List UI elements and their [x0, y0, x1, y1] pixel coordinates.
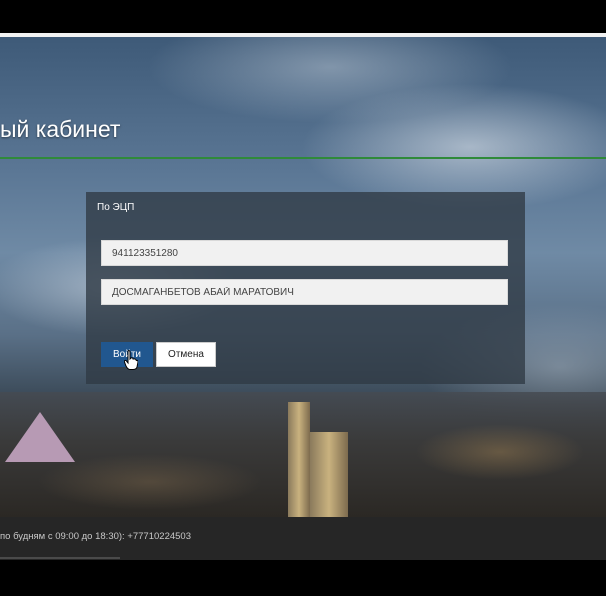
footer: по будням с 09:00 до 18:30): +7771022450… — [0, 517, 606, 560]
panel-title: По ЭЦП — [97, 202, 135, 213]
city-skyline — [0, 392, 606, 517]
tower-building — [288, 402, 310, 517]
top-black-bar — [0, 0, 606, 33]
footer-contact-text: по будням с 09:00 до 18:30): +7771022450… — [0, 531, 191, 542]
title-divider — [0, 157, 606, 159]
cancel-button[interactable]: Отмена — [156, 342, 216, 367]
footer-divider — [0, 557, 120, 559]
tent-building — [5, 412, 75, 462]
bottom-black-bar — [0, 560, 606, 596]
page-title: ый кабинет — [0, 116, 121, 142]
iin-field[interactable] — [101, 240, 508, 266]
name-field[interactable] — [101, 279, 508, 305]
hand-cursor-icon — [124, 350, 138, 370]
login-panel: По ЭЦП Войти Отмена — [86, 192, 525, 384]
tower-building — [310, 432, 348, 517]
